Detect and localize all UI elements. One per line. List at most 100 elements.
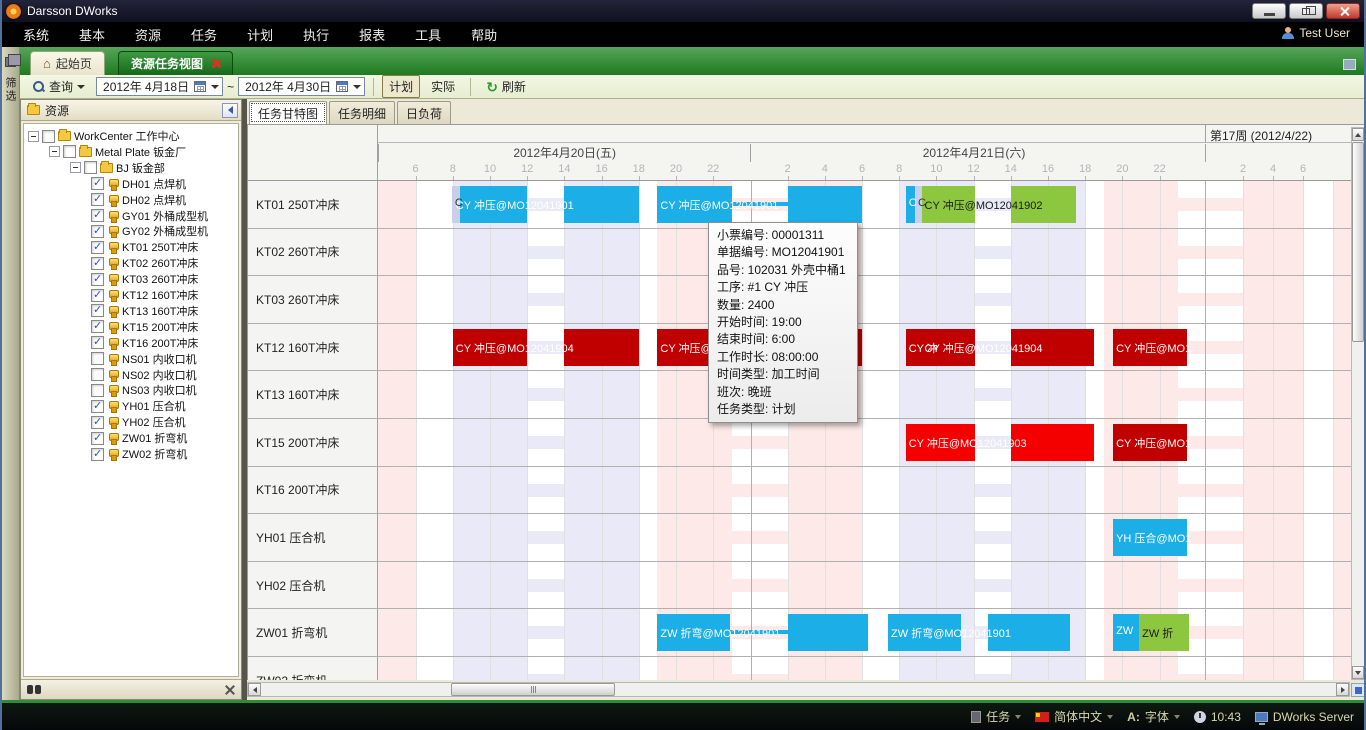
scroll-right-arrow[interactable] xyxy=(1336,683,1349,696)
calendar-icon[interactable] xyxy=(194,81,206,92)
tab-home[interactable]: ⌂ 起始页 xyxy=(30,51,105,75)
tree-checkbox[interactable] xyxy=(63,145,76,158)
tree-item[interactable]: GY02 外桶成型机 xyxy=(24,223,208,239)
gantt-tab-0[interactable]: 任务甘特图 xyxy=(249,101,327,124)
clear-icon[interactable] xyxy=(225,685,235,695)
task-bar[interactable]: CY 冲 xyxy=(906,329,922,366)
menu-item-3[interactable]: 任务 xyxy=(176,22,232,47)
status-item-0[interactable]: 任务 xyxy=(971,708,1021,725)
tree-expander-icon[interactable] xyxy=(49,146,60,157)
collapse-panel-button[interactable] xyxy=(222,103,238,118)
tree-item[interactable]: WorkCenter 工作中心 xyxy=(24,128,180,144)
status-item-1[interactable]: 简体中文 xyxy=(1035,708,1113,725)
menu-item-2[interactable]: 资源 xyxy=(120,22,176,47)
task-bar[interactable]: YH 压合@MO1 xyxy=(1113,519,1187,556)
tree-checkbox[interactable] xyxy=(91,209,104,222)
date-from-field[interactable]: 2012年 4月18日 xyxy=(96,77,223,96)
tree-checkbox[interactable] xyxy=(84,161,97,174)
tree-checkbox[interactable] xyxy=(91,400,104,413)
close-tab-icon[interactable] xyxy=(211,59,220,68)
task-bar[interactable]: ZW xyxy=(1113,614,1139,651)
scroll-down-arrow[interactable] xyxy=(1352,666,1364,679)
menu-item-4[interactable]: 计划 xyxy=(232,22,288,47)
tree-checkbox[interactable] xyxy=(91,193,104,206)
task-bar[interactable]: CY 冲压@MO12041902 xyxy=(922,186,976,223)
gantt-row-header[interactable]: KT16 200T冲床 xyxy=(248,467,378,515)
chevron-down-icon[interactable] xyxy=(77,85,85,89)
gantt-row-header[interactable]: KT12 160T冲床 xyxy=(248,324,378,372)
chevron-down-icon[interactable] xyxy=(1107,715,1113,719)
task-bar[interactable]: CY 冲压@MO12041904 xyxy=(453,329,527,366)
task-bar[interactable] xyxy=(788,186,862,223)
tree-checkbox[interactable] xyxy=(91,257,104,270)
tree-item[interactable]: NS03 内收口机 xyxy=(24,382,197,398)
tree-item[interactable]: DH01 点焊机 xyxy=(24,176,186,192)
chevron-down-icon[interactable] xyxy=(1015,715,1021,719)
close-button[interactable] xyxy=(1326,3,1360,19)
tree-item[interactable]: GY01 外桶成型机 xyxy=(24,208,208,224)
menu-item-1[interactable]: 基本 xyxy=(64,22,120,47)
tree-item[interactable]: Metal Plate 钣金厂 xyxy=(24,144,186,160)
collapsed-panel-strip[interactable]: 筛选 xyxy=(2,47,20,700)
tree-item[interactable]: KT13 160T冲床 xyxy=(24,303,198,319)
status-item-3[interactable]: 10:43 xyxy=(1194,710,1241,724)
tree-checkbox[interactable] xyxy=(91,416,104,429)
gantt-row-header[interactable]: YH02 压合机 xyxy=(248,562,378,610)
horizontal-scrollbar[interactable] xyxy=(247,682,1350,697)
scroll-left-arrow[interactable] xyxy=(248,683,261,696)
tree-item[interactable]: NS02 内收口机 xyxy=(24,367,197,383)
tree-item[interactable]: KT15 200T冲床 xyxy=(24,319,198,335)
gantt-row-header[interactable]: KT03 260T冲床 xyxy=(248,276,378,324)
tree-item[interactable]: KT16 200T冲床 xyxy=(24,335,198,351)
tree-checkbox[interactable] xyxy=(91,177,104,190)
tree-item[interactable]: YH01 压合机 xyxy=(24,398,186,414)
menu-item-0[interactable]: 系统 xyxy=(8,22,64,47)
chevron-down-icon[interactable] xyxy=(353,85,361,89)
tree-item[interactable]: NS01 内收口机 xyxy=(24,351,197,367)
gantt-row-header[interactable]: KT01 250T冲床 xyxy=(248,181,378,229)
chevron-down-icon[interactable] xyxy=(1174,715,1180,719)
tree-checkbox[interactable] xyxy=(91,273,104,286)
task-bar[interactable]: ZW 折弯@MO12041901 xyxy=(888,614,961,651)
task-bar[interactable]: C xyxy=(906,186,915,223)
vertical-scrollbar[interactable] xyxy=(1351,127,1365,680)
minimize-button[interactable] xyxy=(1252,3,1286,19)
task-bar[interactable]: CY 冲压@MO12041901 xyxy=(657,186,731,223)
task-bar[interactable]: CY 冲压@MO12041903 xyxy=(906,424,976,461)
restore-button[interactable] xyxy=(1289,3,1323,19)
window-list-icon[interactable] xyxy=(1343,59,1356,70)
gantt-row-header[interactable]: KT13 160T冲床 xyxy=(248,371,378,419)
task-bar[interactable]: CY 冲压@MO1 xyxy=(1113,424,1187,461)
tree-item[interactable]: KT03 260T冲床 xyxy=(24,271,198,287)
tree-checkbox[interactable] xyxy=(91,320,104,333)
task-bar[interactable]: CY 冲压@MO1 xyxy=(1113,329,1187,366)
date-to-field[interactable]: 2012年 4月30日 xyxy=(238,77,365,96)
tree-checkbox[interactable] xyxy=(91,368,104,381)
tree-item[interactable]: KT01 250T冲床 xyxy=(24,239,198,255)
tree-item[interactable]: KT12 160T冲床 xyxy=(24,287,198,303)
gantt-row-header[interactable]: YH01 压合机 xyxy=(248,514,378,562)
tree-item[interactable]: ZW02 折弯机 xyxy=(24,446,187,462)
tree-checkbox[interactable] xyxy=(42,130,55,143)
gantt-tab-1[interactable]: 任务明细 xyxy=(329,101,395,124)
chevron-down-icon[interactable] xyxy=(211,85,219,89)
task-bar[interactable]: CY 冲压@MO12041904 xyxy=(922,329,976,366)
task-bar[interactable]: CY 冲压@MO12041901 xyxy=(453,186,527,223)
calendar-icon[interactable] xyxy=(336,81,348,92)
tree-checkbox[interactable] xyxy=(91,289,104,302)
gantt-row-header[interactable]: ZW01 折弯机 xyxy=(248,609,378,657)
tree-checkbox[interactable] xyxy=(91,432,104,445)
tree-expander-icon[interactable] xyxy=(70,162,81,173)
tree-checkbox[interactable] xyxy=(91,336,104,349)
status-item-2[interactable]: A:字体 xyxy=(1127,708,1180,725)
horizontal-scroll-thumb[interactable] xyxy=(451,683,615,696)
actual-toggle-button[interactable]: 实际 xyxy=(424,75,462,98)
refresh-button[interactable]: ↻ 刷新 xyxy=(479,75,533,98)
tree-item[interactable]: ZW01 折弯机 xyxy=(24,430,187,446)
tree-checkbox[interactable] xyxy=(91,225,104,238)
tree-item[interactable]: BJ 钣金部 xyxy=(24,160,165,176)
tree-checkbox[interactable] xyxy=(91,384,104,397)
tree-item[interactable]: DH02 点焊机 xyxy=(24,192,186,208)
menu-item-6[interactable]: 报表 xyxy=(344,22,400,47)
tree-item[interactable]: YH02 压合机 xyxy=(24,414,186,430)
